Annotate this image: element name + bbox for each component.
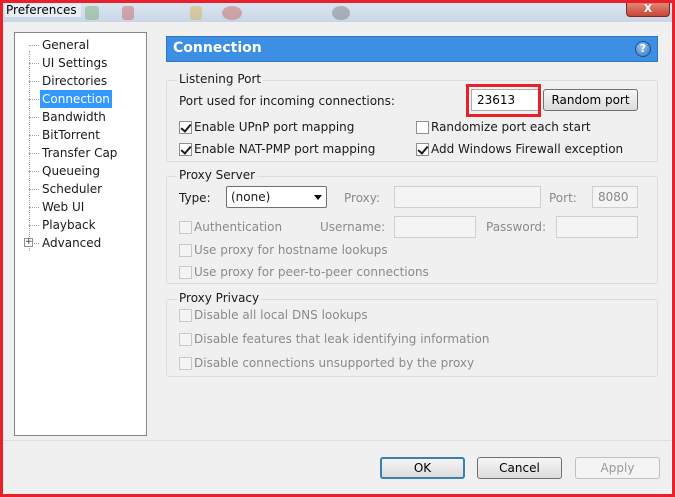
proxy-hostname-label: Use proxy for hostname lookups	[194, 243, 388, 257]
sidebar-item-label: Web UI	[42, 200, 85, 214]
preferences-category-tree[interactable]: General UI Settings Directories Connecti…	[14, 32, 147, 436]
sidebar-item-label: BitTorrent	[42, 128, 100, 142]
sidebar-item-label: Bandwidth	[42, 110, 106, 124]
sidebar-item-web-ui[interactable]: Web UI	[15, 198, 146, 216]
authentication-label: Authentication	[194, 220, 283, 234]
section-header: Connection ?	[166, 36, 658, 62]
listening-port-title: Listening Port	[177, 72, 264, 86]
sidebar-item-label: Scheduler	[42, 182, 103, 196]
authentication-checkbox[interactable]	[179, 221, 192, 234]
proxy-hostname-checkbox[interactable]	[179, 244, 192, 257]
proxy-privacy-title: Proxy Privacy	[177, 291, 262, 305]
sidebar-item-label: Transfer Cap	[42, 146, 118, 160]
disable-dns-label: Disable all local DNS lookups	[194, 308, 368, 322]
natpmp-checkbox[interactable]	[179, 143, 192, 156]
ok-button[interactable]: OK	[380, 457, 465, 479]
random-port-button[interactable]: Random port	[543, 89, 638, 111]
sidebar-item-transfer-cap[interactable]: Transfer Cap	[15, 144, 146, 162]
sidebar-item-label: Advanced	[42, 236, 102, 250]
expand-icon[interactable]: +	[24, 238, 33, 247]
randomize-port-label: Randomize port each start	[431, 120, 591, 134]
proxy-type-value: (none)	[231, 190, 271, 204]
username-input[interactable]	[394, 216, 476, 238]
proxy-type-label: Type:	[179, 191, 211, 205]
proxy-p2p-label: Use proxy for peer-to-peer connections	[194, 265, 429, 279]
footer-divider	[3, 440, 671, 441]
sidebar-item-label: Playback	[42, 218, 96, 232]
password-label: Password:	[486, 220, 547, 234]
port-input[interactable]	[471, 89, 539, 111]
title-bar: Preferences X	[0, 0, 675, 22]
sidebar-item-directories[interactable]: Directories	[15, 72, 146, 90]
help-icon[interactable]: ?	[635, 41, 651, 57]
sidebar-item-label: Directories	[42, 74, 108, 88]
sidebar-item-advanced[interactable]: + Advanced	[15, 234, 146, 252]
sidebar-item-queueing[interactable]: Queueing	[15, 162, 146, 180]
firewall-exception-label: Add Windows Firewall exception	[431, 142, 624, 156]
username-label: Username:	[320, 220, 386, 234]
close-icon: X	[643, 2, 653, 15]
sidebar-item-label: UI Settings	[42, 56, 108, 70]
sidebar-item-scheduler[interactable]: Scheduler	[15, 180, 146, 198]
cancel-button[interactable]: Cancel	[477, 457, 562, 479]
sidebar-item-ui-settings[interactable]: UI Settings	[15, 54, 146, 72]
proxy-p2p-checkbox[interactable]	[179, 266, 192, 279]
natpmp-label: Enable NAT-PMP port mapping	[194, 142, 376, 156]
disable-dns-checkbox[interactable]	[179, 309, 192, 322]
proxy-port-input[interactable]	[592, 186, 638, 208]
window-title: Preferences	[5, 3, 81, 17]
proxy-host-label: Proxy:	[344, 191, 381, 205]
disable-unsupported-checkbox[interactable]	[179, 357, 192, 370]
proxy-server-title: Proxy Server	[177, 168, 258, 182]
disable-leak-checkbox[interactable]	[179, 333, 192, 346]
sidebar-item-playback[interactable]: Playback	[15, 216, 146, 234]
proxy-type-select[interactable]: (none)	[226, 186, 327, 208]
sidebar-item-label: Queueing	[42, 164, 100, 178]
proxy-port-label: Port:	[549, 191, 577, 205]
sidebar-item-general[interactable]: General	[15, 36, 146, 54]
upnp-label: Enable UPnP port mapping	[194, 120, 355, 134]
firewall-exception-checkbox[interactable]	[416, 143, 429, 156]
proxy-host-input[interactable]	[394, 186, 541, 208]
sidebar-item-bandwidth[interactable]: Bandwidth	[15, 108, 146, 126]
chevron-down-icon	[314, 195, 322, 200]
close-button[interactable]: X	[626, 1, 670, 17]
disable-leak-label: Disable features that leak identifying i…	[194, 332, 490, 346]
port-label: Port used for incoming connections:	[179, 94, 395, 108]
disable-unsupported-label: Disable connections unsupported by the p…	[194, 356, 475, 370]
password-input[interactable]	[556, 216, 638, 238]
sidebar-item-label: General	[42, 38, 90, 52]
sidebar-item-connection[interactable]: Connection	[15, 90, 146, 108]
preferences-dialog: General UI Settings Directories Connecti…	[3, 22, 671, 494]
upnp-checkbox[interactable]	[179, 121, 192, 134]
apply-button[interactable]: Apply	[575, 457, 660, 479]
randomize-port-checkbox[interactable]	[416, 121, 429, 134]
sidebar-item-bittorrent[interactable]: BitTorrent	[15, 126, 146, 144]
sidebar-item-label: Connection	[40, 90, 112, 108]
page-title: Connection	[173, 40, 262, 56]
